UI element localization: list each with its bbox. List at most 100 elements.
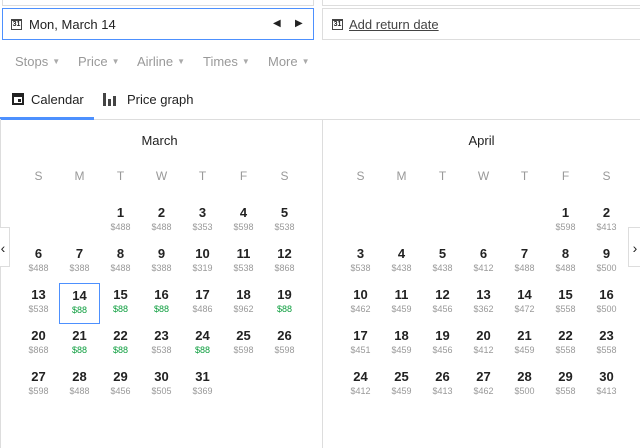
return-date-field[interactable]: 31 Add return date xyxy=(322,8,640,40)
tab-calendar[interactable]: Calendar xyxy=(0,82,94,120)
day-cell[interactable]: 10 $462 xyxy=(340,283,381,324)
day-cell[interactable]: 3 $353 xyxy=(182,201,223,242)
day-cell[interactable]: 29 $456 xyxy=(100,365,141,406)
filter-price[interactable]: Price ▼ xyxy=(78,54,120,69)
day-cell[interactable]: 6 $488 xyxy=(18,242,59,283)
next-month-arrow-icon[interactable]: › xyxy=(628,227,640,267)
weekday-label: S xyxy=(356,169,365,183)
day-cell[interactable]: 23 $538 xyxy=(141,324,182,365)
day-number: 29 xyxy=(558,369,573,384)
filter-more[interactable]: More ▼ xyxy=(268,54,310,69)
day-number: 31 xyxy=(195,369,210,384)
day-number: 8 xyxy=(116,246,125,261)
tab-price-graph[interactable]: Price graph xyxy=(94,82,204,117)
day-cell[interactable]: 27 $462 xyxy=(463,365,504,406)
day-cell[interactable]: 12 $868 xyxy=(264,242,305,283)
day-price: $488 xyxy=(151,222,172,232)
day-cell[interactable]: 24 $88 xyxy=(182,324,223,365)
day-cell[interactable]: 7 $388 xyxy=(59,242,100,283)
day-cell[interactable]: 30 $505 xyxy=(141,365,182,406)
day-cell[interactable]: 9 $388 xyxy=(141,242,182,283)
day-cell[interactable]: 16 $500 xyxy=(586,283,627,324)
day-cell[interactable]: 22 $558 xyxy=(545,324,586,365)
prev-date-arrow-icon[interactable]: ◀ xyxy=(273,18,281,29)
day-cell[interactable]: 18 $459 xyxy=(381,324,422,365)
day-cell[interactable]: 11 $459 xyxy=(381,283,422,324)
next-date-arrow-icon[interactable]: ▶ xyxy=(295,18,303,29)
day-price: $459 xyxy=(391,304,412,314)
day-cell[interactable]: 26 $413 xyxy=(422,365,463,406)
filter-stops[interactable]: Stops ▼ xyxy=(15,54,60,69)
add-return-date-link[interactable]: Add return date xyxy=(349,17,439,32)
day-cell[interactable]: 20 $868 xyxy=(18,324,59,365)
filter-times[interactable]: Times ▼ xyxy=(203,54,250,69)
day-cell[interactable]: 23 $558 xyxy=(586,324,627,365)
day-cell[interactable]: 24 $412 xyxy=(340,365,381,406)
day-cell[interactable]: 28 $488 xyxy=(59,365,100,406)
day-cell[interactable]: 31 $369 xyxy=(182,365,223,406)
day-cell[interactable]: 17 $486 xyxy=(182,283,223,324)
day-cell[interactable]: 11 $538 xyxy=(223,242,264,283)
day-cell[interactable]: 8 $488 xyxy=(100,242,141,283)
weekday-label: F xyxy=(561,169,570,183)
day-cell[interactable]: 29 $558 xyxy=(545,365,586,406)
day-price: $598 xyxy=(233,345,254,355)
day-cell[interactable]: 28 $500 xyxy=(504,365,545,406)
day-cell[interactable]: 26 $598 xyxy=(264,324,305,365)
day-cell[interactable]: 16 $88 xyxy=(141,283,182,324)
day-cell[interactable]: 7 $488 xyxy=(504,242,545,283)
day-price: $488 xyxy=(514,263,535,273)
day-cell[interactable]: 18 $962 xyxy=(223,283,264,324)
day-price: $456 xyxy=(432,345,453,355)
day-cell[interactable]: 15 $558 xyxy=(545,283,586,324)
day-cell[interactable]: 30 $413 xyxy=(586,365,627,406)
day-cell[interactable]: 8 $488 xyxy=(545,242,586,283)
day-number: 22 xyxy=(558,328,573,343)
day-cell[interactable]: 15 $88 xyxy=(100,283,141,324)
day-cell[interactable]: 5 $438 xyxy=(422,242,463,283)
calendar-icon: 31 xyxy=(11,19,22,30)
filter-airline[interactable]: Airline ▼ xyxy=(137,54,185,69)
day-cell[interactable]: 1 $598 xyxy=(545,201,586,242)
day-price: $488 xyxy=(110,263,131,273)
day-cell[interactable]: 10 $319 xyxy=(182,242,223,283)
day-cell[interactable]: 14 $472 xyxy=(504,283,545,324)
day-cell[interactable]: 27 $598 xyxy=(18,365,59,406)
day-price: $488 xyxy=(110,222,131,232)
day-price: $412 xyxy=(473,263,494,273)
day-number: 25 xyxy=(236,328,251,343)
day-cell[interactable]: 25 $459 xyxy=(381,365,422,406)
day-number: 15 xyxy=(558,287,573,302)
day-number: 21 xyxy=(517,328,532,343)
tab-price-graph-label: Price graph xyxy=(127,92,194,107)
day-cell[interactable]: 4 $438 xyxy=(381,242,422,283)
weekday-label: S xyxy=(602,169,611,183)
day-cell[interactable]: 5 $538 xyxy=(264,201,305,242)
depart-date-field[interactable]: 31 Mon, March 14 ◀ ▶ xyxy=(2,8,314,40)
day-cell[interactable]: 13 $538 xyxy=(18,283,59,324)
day-price: $472 xyxy=(514,304,535,314)
day-cell[interactable]: 2 $413 xyxy=(586,201,627,242)
trip-date-bar: 31 Mon, March 14 ◀ ▶ 31 Add return date xyxy=(0,0,640,44)
day-cell[interactable]: 25 $598 xyxy=(223,324,264,365)
day-cell[interactable]: 12 $456 xyxy=(422,283,463,324)
day-cell[interactable]: 13 $362 xyxy=(463,283,504,324)
day-cell[interactable]: 19 $456 xyxy=(422,324,463,365)
day-cell[interactable]: 6 $412 xyxy=(463,242,504,283)
day-cell[interactable]: 3 $538 xyxy=(340,242,381,283)
caret-down-icon: ▼ xyxy=(301,57,310,66)
day-cell[interactable]: 21 $459 xyxy=(504,324,545,365)
day-cell[interactable]: 2 $488 xyxy=(141,201,182,242)
day-number: 6 xyxy=(479,246,488,261)
day-cell[interactable]: 21 $88 xyxy=(59,324,100,365)
day-cell[interactable]: 1 $488 xyxy=(100,201,141,242)
day-price: $538 xyxy=(233,263,254,273)
day-cell[interactable]: 19 $88 xyxy=(264,283,305,324)
day-cell[interactable]: 17 $451 xyxy=(340,324,381,365)
prev-month-arrow-icon[interactable]: ‹ xyxy=(0,227,10,267)
day-cell[interactable]: 4 $598 xyxy=(223,201,264,242)
day-cell[interactable]: 9 $500 xyxy=(586,242,627,283)
day-cell[interactable]: 22 $88 xyxy=(100,324,141,365)
day-cell[interactable]: 20 $412 xyxy=(463,324,504,365)
selected-day-cell[interactable]: 14 $88 xyxy=(59,283,100,324)
